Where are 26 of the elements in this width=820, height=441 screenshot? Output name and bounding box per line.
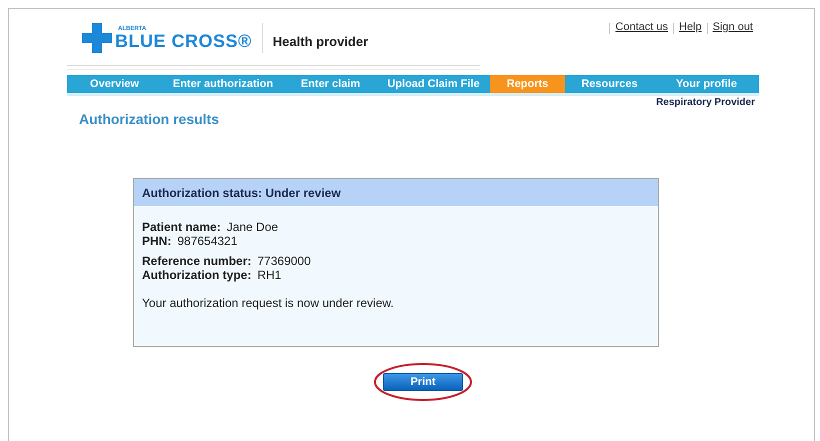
print-button[interactable]: Print	[383, 373, 463, 391]
panel-header: Authorization status: Under review	[134, 179, 658, 206]
cross-logo-icon	[82, 23, 112, 53]
header-link[interactable]: Contact us	[615, 21, 668, 33]
nav-tab[interactable]: Reports	[490, 75, 565, 93]
logo-name: BLUE CROSS®	[115, 32, 252, 50]
header-link[interactable]: Help	[679, 21, 702, 33]
page-title: Authorization results	[79, 111, 220, 127]
nav-tab[interactable]: Upload Claim File	[377, 75, 490, 93]
nav-tab[interactable]: Your profile	[654, 75, 759, 93]
field-label: Reference number:	[142, 254, 252, 268]
field-label: Authorization type:	[142, 268, 252, 282]
field-value: RH1	[257, 268, 282, 282]
nav-tab[interactable]: Resources	[565, 75, 654, 93]
nav-tab[interactable]: Enter claim	[284, 75, 377, 93]
field-value: 77369000	[257, 254, 311, 268]
status-message: Your authorization request is now under review.	[142, 296, 395, 310]
site-title: Health provider	[272, 34, 368, 48]
nav-tab[interactable]: Enter authorization	[162, 75, 284, 93]
field-value: Jane Doe	[226, 220, 278, 234]
field-label: PHN:	[142, 234, 172, 248]
nav-tab[interactable]: Overview	[67, 75, 162, 93]
field-value: 987654321	[177, 234, 238, 248]
header-link[interactable]: Sign out	[712, 21, 753, 33]
field-label: Patient name:	[142, 220, 221, 234]
user-role: Respiratory Provider	[655, 97, 756, 108]
